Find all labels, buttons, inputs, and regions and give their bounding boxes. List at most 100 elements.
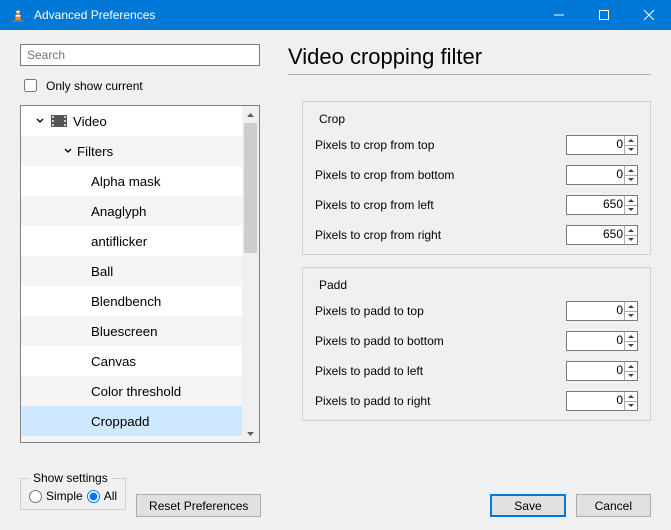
show-settings-simple[interactable]: Simple xyxy=(29,489,83,503)
tree-item-filter[interactable]: Alpha mask xyxy=(21,166,242,196)
show-settings-all[interactable]: All xyxy=(87,489,117,503)
only-show-current-checkbox[interactable] xyxy=(24,79,37,92)
tree-item-label: Filters xyxy=(77,144,113,159)
only-show-current-label: Only show current xyxy=(46,79,143,93)
minimize-button[interactable] xyxy=(536,0,581,30)
number-value: 0 xyxy=(616,333,623,347)
tree-item-filter[interactable]: Blendbench xyxy=(21,286,242,316)
settings-group: PaddPixels to padd to top0Pixels to padd… xyxy=(302,267,651,421)
tree-item-label: Canvas xyxy=(91,354,136,369)
number-input[interactable]: 0 xyxy=(566,361,638,381)
number-input[interactable]: 0 xyxy=(566,391,638,411)
number-field: Pixels to padd to right 0 xyxy=(315,386,638,416)
vlc-cone-icon xyxy=(10,7,26,23)
field-label: Pixels to crop from bottom xyxy=(315,168,566,182)
reset-preferences-button[interactable]: Reset Preferences xyxy=(136,494,261,517)
preferences-tree: Video Filters Alpha mask Anaglyph antiflic… xyxy=(20,105,260,443)
cancel-button[interactable]: Cancel xyxy=(576,494,651,517)
tree-item-label: antiflicker xyxy=(91,234,147,249)
spin-down-icon[interactable] xyxy=(625,312,637,321)
scroll-up-icon[interactable] xyxy=(242,106,259,123)
number-field: Pixels to crop from top 0 xyxy=(315,130,638,160)
number-field: Pixels to crop from bottom 0 xyxy=(315,160,638,190)
field-label: Pixels to crop from top xyxy=(315,138,566,152)
tree-item-label: Anaglyph xyxy=(91,204,146,219)
number-input[interactable]: 0 xyxy=(566,331,638,351)
left-pane: Only show current Video Filters Alpha ma… xyxy=(0,30,270,470)
number-field: Pixels to padd to top0 xyxy=(315,296,638,326)
field-label: Pixels to crop from right xyxy=(315,228,566,242)
spin-down-icon[interactable] xyxy=(625,402,637,411)
number-input[interactable]: 650 xyxy=(566,225,638,245)
spin-up-icon[interactable] xyxy=(625,166,637,176)
tree-item-filter[interactable]: Anaglyph xyxy=(21,196,242,226)
tree-item-filter[interactable]: Ball xyxy=(21,256,242,286)
field-label: Pixels to crop from left xyxy=(315,198,566,212)
spin-down-icon[interactable] xyxy=(625,176,637,185)
tree-item-filters[interactable]: Filters xyxy=(21,136,242,166)
search-input[interactable] xyxy=(20,44,260,66)
maximize-button[interactable] xyxy=(581,0,626,30)
field-label: Pixels to padd to left xyxy=(315,364,566,378)
spin-down-icon[interactable] xyxy=(625,342,637,351)
spin-up-icon[interactable] xyxy=(625,362,637,372)
spin-up-icon[interactable] xyxy=(625,226,637,236)
page-title: Video cropping filter xyxy=(288,44,651,70)
number-value: 0 xyxy=(616,393,623,407)
spin-up-icon[interactable] xyxy=(625,196,637,206)
scrollbar-thumb[interactable] xyxy=(244,123,257,253)
tree-item-filter[interactable]: Bluescreen xyxy=(21,316,242,346)
tree-item-label: Croppadd xyxy=(91,414,149,429)
field-label: Pixels to padd to top xyxy=(315,304,566,318)
tree-item-label: Video xyxy=(73,114,107,129)
tree-scrollbar[interactable] xyxy=(242,106,259,442)
number-input[interactable]: 0 xyxy=(566,135,638,155)
tree-item-filter[interactable]: antiflicker xyxy=(21,226,242,256)
tree-item-label: Blendbench xyxy=(91,294,161,309)
group-title: Padd xyxy=(315,278,351,292)
spin-down-icon[interactable] xyxy=(625,146,637,155)
spin-down-icon[interactable] xyxy=(625,236,637,245)
chevron-down-icon xyxy=(33,117,47,125)
spin-down-icon[interactable] xyxy=(625,206,637,215)
footer: Show settings Simple All Reset Preferenc… xyxy=(0,474,671,530)
settings-page: Video cropping filter Crop Pixels to crop… xyxy=(270,30,671,470)
tree-item-label: Color threshold xyxy=(91,384,181,399)
titlebar: Advanced Preferences xyxy=(0,0,671,30)
field-label: Pixels to padd to right xyxy=(315,394,566,408)
group-title: Crop xyxy=(315,112,349,126)
spin-down-icon[interactable] xyxy=(625,372,637,381)
field-label: Pixels to padd to bottom xyxy=(315,334,566,348)
tree-item-filter[interactable]: Croppadd xyxy=(21,406,242,436)
settings-group: CropPixels to crop from top0Pixels to cr… xyxy=(302,101,651,255)
heading-rule xyxy=(288,74,651,75)
number-input[interactable]: 0 xyxy=(566,165,638,185)
number-field: Pixels to padd to bottom 0 xyxy=(315,326,638,356)
spin-up-icon[interactable] xyxy=(625,136,637,146)
number-value: 650 xyxy=(603,227,623,241)
number-field: Pixels to crop from left 650 xyxy=(315,190,638,220)
show-settings-title: Show settings xyxy=(29,471,112,485)
tree-item-filter[interactable]: Color threshold xyxy=(21,376,242,406)
scroll-down-icon[interactable] xyxy=(242,425,259,442)
number-input[interactable]: 650 xyxy=(566,195,638,215)
tree-item-label: Alpha mask xyxy=(91,174,160,189)
number-value: 0 xyxy=(616,167,623,181)
spin-up-icon[interactable] xyxy=(625,302,637,312)
tree-item-label: Ball xyxy=(91,264,113,279)
chevron-down-icon xyxy=(61,147,75,155)
tree-item-filter[interactable]: Canvas xyxy=(21,346,242,376)
spin-up-icon[interactable] xyxy=(625,332,637,342)
number-value: 0 xyxy=(616,137,623,151)
number-field: Pixels to crop from right 650 xyxy=(315,220,638,250)
tree-item-filter[interactable]: d3d11_filters xyxy=(21,436,242,442)
video-category-icon xyxy=(49,115,69,127)
tree-item-video[interactable]: Video xyxy=(21,106,242,136)
save-button[interactable]: Save xyxy=(490,494,565,517)
spin-up-icon[interactable] xyxy=(625,392,637,402)
number-value: 0 xyxy=(616,363,623,377)
close-button[interactable] xyxy=(626,0,671,30)
number-input[interactable]: 0 xyxy=(566,301,638,321)
show-settings-group: Show settings Simple All xyxy=(20,478,126,510)
number-value: 650 xyxy=(603,197,623,211)
